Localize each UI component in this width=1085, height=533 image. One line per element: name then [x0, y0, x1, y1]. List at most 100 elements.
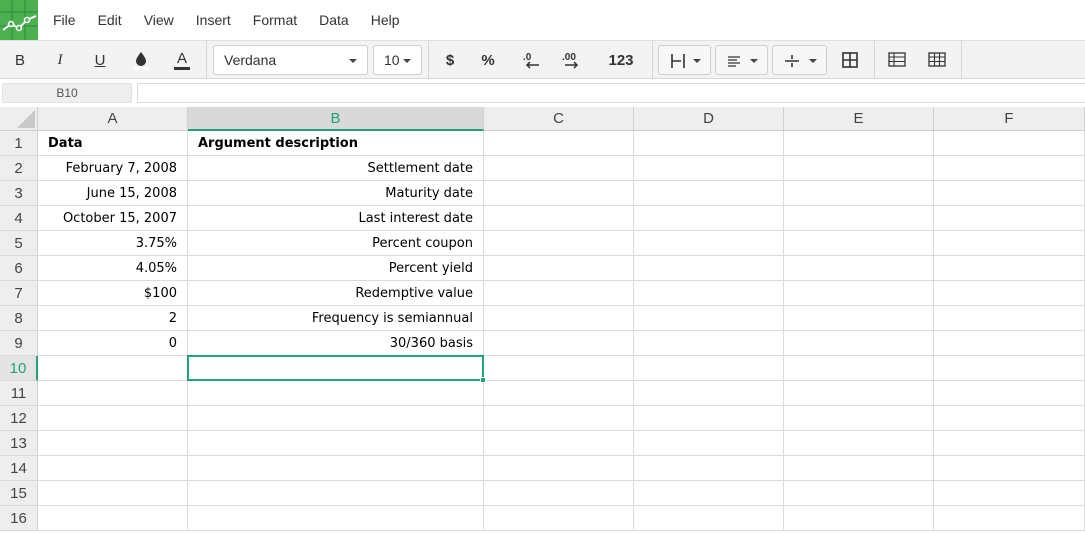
cell-d14[interactable]: [634, 456, 784, 481]
menu-file[interactable]: File: [42, 0, 87, 40]
cell-f12[interactable]: [934, 406, 1085, 431]
row-header-4[interactable]: 4: [0, 206, 38, 231]
cell-f10[interactable]: [934, 356, 1085, 381]
font-family-select[interactable]: Verdana: [213, 45, 368, 75]
cell-e3[interactable]: [784, 181, 934, 206]
cell-b1[interactable]: Argument description: [188, 131, 484, 156]
cell-e11[interactable]: [784, 381, 934, 406]
cell-c16[interactable]: [484, 506, 634, 531]
cell-e9[interactable]: [784, 331, 934, 356]
cell-b13[interactable]: [188, 431, 484, 456]
cell-b3[interactable]: Maturity date: [188, 181, 484, 206]
column-header-d[interactable]: D: [634, 107, 784, 131]
cell-a7[interactable]: $100: [38, 281, 188, 306]
select-all-corner[interactable]: [0, 107, 38, 131]
cell-e5[interactable]: [784, 231, 934, 256]
cell-a6[interactable]: 4.05%: [38, 256, 188, 281]
row-header-7[interactable]: 7: [0, 281, 38, 306]
cell-d8[interactable]: [634, 306, 784, 331]
row-header-10[interactable]: 10: [0, 356, 38, 381]
cell-f15[interactable]: [934, 481, 1085, 506]
cell-c5[interactable]: [484, 231, 634, 256]
column-header-b[interactable]: B: [188, 107, 484, 131]
cell-a12[interactable]: [38, 406, 188, 431]
cell-c2[interactable]: [484, 156, 634, 181]
cell-d12[interactable]: [634, 406, 784, 431]
row-header-2[interactable]: 2: [0, 156, 38, 181]
row-header-6[interactable]: 6: [0, 256, 38, 281]
cell-f9[interactable]: [934, 331, 1085, 356]
row-header-15[interactable]: 15: [0, 481, 38, 506]
cell-c8[interactable]: [484, 306, 634, 331]
cell-a4[interactable]: October 15, 2007: [38, 206, 188, 231]
cell-b4[interactable]: Last interest date: [188, 206, 484, 231]
cell-a15[interactable]: [38, 481, 188, 506]
cell-a8[interactable]: 2: [38, 306, 188, 331]
cell-f13[interactable]: [934, 431, 1085, 456]
cell-e12[interactable]: [784, 406, 934, 431]
cell-f8[interactable]: [934, 306, 1085, 331]
underline-button[interactable]: U: [86, 41, 114, 79]
menu-format[interactable]: Format: [242, 0, 308, 40]
cell-c11[interactable]: [484, 381, 634, 406]
cell-b15[interactable]: [188, 481, 484, 506]
cell-b12[interactable]: [188, 406, 484, 431]
cell-d4[interactable]: [634, 206, 784, 231]
cell-d13[interactable]: [634, 431, 784, 456]
percent-format-button[interactable]: %: [474, 41, 502, 79]
column-header-e[interactable]: E: [784, 107, 934, 131]
cell-d6[interactable]: [634, 256, 784, 281]
name-box[interactable]: B10: [2, 83, 132, 103]
cell-d15[interactable]: [634, 481, 784, 506]
menu-view[interactable]: View: [133, 0, 185, 40]
text-color-button[interactable]: A: [168, 41, 196, 79]
cell-b7[interactable]: Redemptive value: [188, 281, 484, 306]
cell-a1[interactable]: Data: [38, 131, 188, 156]
cell-a9[interactable]: 0: [38, 331, 188, 356]
row-header-9[interactable]: 9: [0, 331, 38, 356]
cell-b16[interactable]: [188, 506, 484, 531]
cell-d5[interactable]: [634, 231, 784, 256]
cell-e13[interactable]: [784, 431, 934, 456]
cell-c13[interactable]: [484, 431, 634, 456]
insert-row-button[interactable]: [883, 41, 911, 79]
cell-c6[interactable]: [484, 256, 634, 281]
cell-b8[interactable]: Frequency is semiannual: [188, 306, 484, 331]
cell-a14[interactable]: [38, 456, 188, 481]
cell-f4[interactable]: [934, 206, 1085, 231]
cell-e4[interactable]: [784, 206, 934, 231]
cell-c4[interactable]: [484, 206, 634, 231]
cell-e15[interactable]: [784, 481, 934, 506]
column-header-a[interactable]: A: [38, 107, 188, 131]
cell-a10[interactable]: [38, 356, 188, 381]
cell-a13[interactable]: [38, 431, 188, 456]
cell-e14[interactable]: [784, 456, 934, 481]
fill-color-button[interactable]: [127, 41, 155, 79]
row-header-12[interactable]: 12: [0, 406, 38, 431]
menu-edit[interactable]: Edit: [87, 0, 133, 40]
cell-e2[interactable]: [784, 156, 934, 181]
currency-format-button[interactable]: $: [436, 41, 464, 79]
cell-c9[interactable]: [484, 331, 634, 356]
cell-f6[interactable]: [934, 256, 1085, 281]
cell-f2[interactable]: [934, 156, 1085, 181]
cell-b10[interactable]: [188, 356, 484, 381]
cell-f16[interactable]: [934, 506, 1085, 531]
cell-e6[interactable]: [784, 256, 934, 281]
cell-e10[interactable]: [784, 356, 934, 381]
insert-column-button[interactable]: [923, 41, 951, 79]
cell-e8[interactable]: [784, 306, 934, 331]
cell-f5[interactable]: [934, 231, 1085, 256]
cell-b14[interactable]: [188, 456, 484, 481]
italic-button[interactable]: I: [46, 41, 74, 79]
number-format-button[interactable]: 123: [600, 41, 642, 79]
cell-b11[interactable]: [188, 381, 484, 406]
cell-f14[interactable]: [934, 456, 1085, 481]
cell-d2[interactable]: [634, 156, 784, 181]
cell-e16[interactable]: [784, 506, 934, 531]
spreadsheet-grid[interactable]: A B C D E F 1 Data Argument description 2 February…: [0, 107, 1085, 533]
menu-insert[interactable]: Insert: [185, 0, 242, 40]
decrease-decimals-button[interactable]: .0: [516, 41, 546, 79]
cell-c3[interactable]: [484, 181, 634, 206]
cell-b9[interactable]: 30/360 basis: [188, 331, 484, 356]
